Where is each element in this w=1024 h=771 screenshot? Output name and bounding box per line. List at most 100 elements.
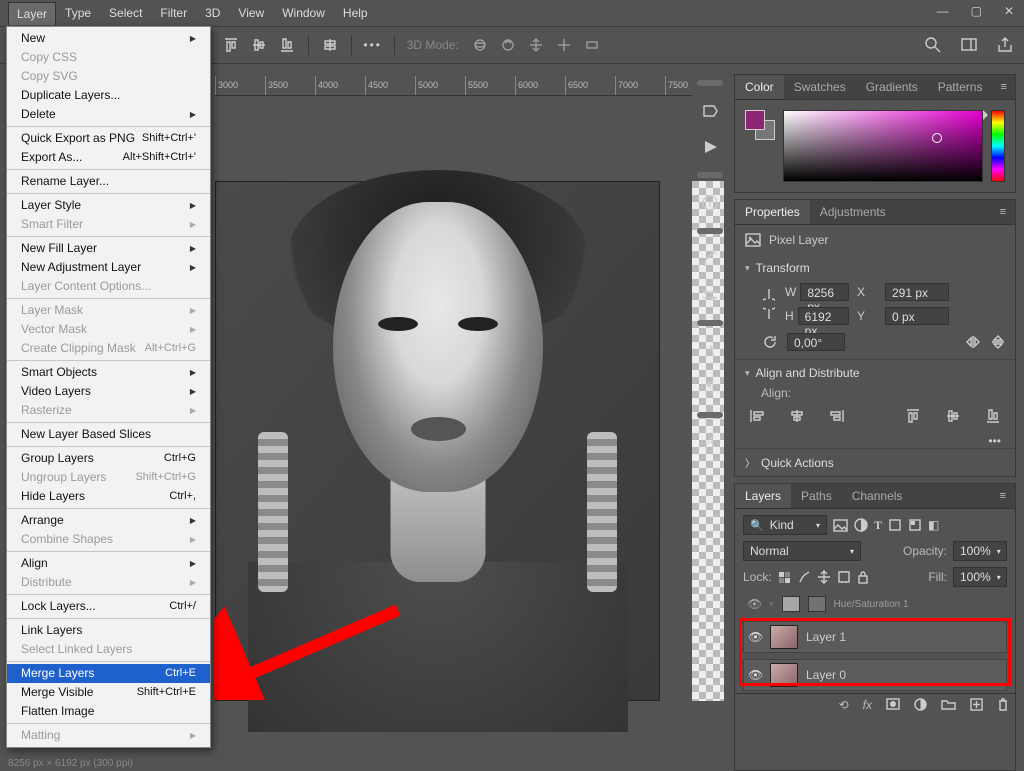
panel-menu-icon[interactable]: ≡ [992,206,1015,218]
menu-item-smart-objects[interactable]: Smart Objects▶ [7,363,210,382]
menu-item-layer-style[interactable]: Layer Style▶ [7,196,210,215]
3d-pan-icon[interactable] [527,36,545,54]
lock-all-icon[interactable] [857,570,869,584]
menu-help[interactable]: Help [334,1,377,25]
tab-patterns[interactable]: Patterns [928,75,993,99]
menu-item-new-layer-based-slices[interactable]: New Layer Based Slices [7,425,210,444]
transform-section-label[interactable]: Transform [756,261,810,275]
hue-slider[interactable] [991,110,1005,182]
filter-toggle-icon[interactable]: ◧ [928,518,939,532]
menu-3d[interactable]: 3D [196,1,229,25]
layer-filter-kind[interactable]: 🔍Kind▾ [743,515,827,535]
menu-view[interactable]: View [229,1,273,25]
height-field[interactable]: 6192 px [798,307,849,325]
link-dimensions-icon[interactable] [763,287,777,321]
tab-adjustments[interactable]: Adjustments [810,200,896,224]
dock-handle[interactable] [697,80,723,86]
share-icon[interactable] [996,36,1014,54]
tab-paths[interactable]: Paths [791,484,842,508]
more-options-icon[interactable]: ••• [364,36,382,54]
align-more-icon[interactable]: ••• [735,434,1015,448]
paragraph-panel-icon[interactable]: ¶ [698,376,722,398]
menu-item-lock-layers[interactable]: Lock Layers...Ctrl+/ [7,597,210,616]
menu-item-flatten-image[interactable]: Flatten Image [7,702,210,721]
lock-pixels-icon[interactable] [778,571,791,584]
tab-swatches[interactable]: Swatches [784,75,856,99]
menu-window[interactable]: Window [273,1,334,25]
y-field[interactable]: 0 px [885,307,949,325]
filter-pixel-icon[interactable] [833,519,848,532]
menu-item-export-as[interactable]: Export As...Alt+Shift+Ctrl+' [7,148,210,167]
align-bottom-edges-icon[interactable] [985,408,1001,424]
menu-filter[interactable]: Filter [151,1,196,25]
workspace-icon[interactable] [960,36,978,54]
menu-item-video-layers[interactable]: Video Layers▶ [7,382,210,401]
new-group-icon[interactable] [941,698,956,712]
3d-slide-icon[interactable] [555,36,573,54]
tab-gradients[interactable]: Gradients [856,75,928,99]
menu-item-link-layers[interactable]: Link Layers [7,621,210,640]
lock-position-icon[interactable] [817,570,831,584]
menu-type[interactable]: Type [56,1,100,25]
panel-menu-icon[interactable]: ≡ [992,81,1015,93]
menu-item-arrange[interactable]: Arrange▶ [7,511,210,530]
window-close-icon[interactable]: ✕ [1004,4,1014,18]
visibility-toggle-icon[interactable]: 👁 [747,597,761,611]
filter-type-icon[interactable]: T [874,518,882,533]
history-step-icon[interactable] [698,100,722,122]
layer-menu-dropdown[interactable]: New▶Copy CSSCopy SVGDuplicate Layers...D… [6,26,211,748]
menu-item-duplicate-layers[interactable]: Duplicate Layers... [7,86,210,105]
glyphs-panel-icon[interactable]: A [698,432,722,454]
quick-actions-label[interactable]: Quick Actions [761,456,834,470]
menu-item-new-adjustment-layer[interactable]: New Adjustment Layer▶ [7,258,210,277]
menu-item-merge-visible[interactable]: Merge VisibleShift+Ctrl+E [7,683,210,702]
panel-menu-icon[interactable]: ≡ [992,490,1015,502]
3d-orbit-icon[interactable] [471,36,489,54]
filter-shape-icon[interactable] [888,518,902,532]
search-icon[interactable] [924,36,942,54]
menu-select[interactable]: Select [100,1,151,25]
layer-effects-icon[interactable]: fx [863,698,872,712]
window-minimize-icon[interactable]: ― [937,4,949,18]
lock-brush-icon[interactable] [797,570,811,584]
tab-color[interactable]: Color [735,75,784,99]
flip-vertical-icon[interactable] [991,334,1005,350]
dock-handle[interactable] [697,228,723,234]
tab-properties[interactable]: Properties [735,200,810,224]
3d-scale-icon[interactable] [583,36,601,54]
dock-handle[interactable] [697,172,723,178]
tab-layers[interactable]: Layers [735,484,791,508]
new-layer-icon[interactable] [970,698,983,712]
menu-layer[interactable]: Layer [8,2,56,25]
brush-presets-icon[interactable] [698,284,722,306]
new-adjustment-icon[interactable] [914,698,927,712]
distribute-v-icon[interactable] [321,36,339,54]
align-h-centers-icon[interactable] [789,408,805,424]
align-left-edges-icon[interactable] [749,408,765,424]
foreground-background-swatch[interactable] [745,110,775,140]
info-icon[interactable] [698,192,722,214]
align-top-icon[interactable] [222,36,240,54]
delete-layer-icon[interactable] [997,698,1009,712]
align-vcenter-icon[interactable] [250,36,268,54]
menu-item-hide-layers[interactable]: Hide LayersCtrl+, [7,487,210,506]
add-mask-icon[interactable] [886,698,900,712]
menu-item-delete[interactable]: Delete▶ [7,105,210,124]
flip-horizontal-icon[interactable] [965,335,981,349]
dock-handle[interactable] [697,320,723,326]
layer-name[interactable]: Hue/Saturation 1 [834,599,909,610]
character-panel-icon[interactable]: A [698,340,722,362]
blend-mode-select[interactable]: Normal▾ [743,541,861,561]
align-top-edges-icon[interactable] [905,408,921,424]
play-action-icon[interactable] [698,136,722,158]
menu-item-new[interactable]: New▶ [7,29,210,48]
x-field[interactable]: 291 px [885,283,949,301]
menu-item-align[interactable]: Align▶ [7,554,210,573]
filter-adjust-icon[interactable] [854,518,868,532]
color-picker-field[interactable] [783,110,983,182]
align-section-label[interactable]: Align and Distribute [756,366,860,380]
align-bottom-icon[interactable] [278,36,296,54]
lock-artboard-icon[interactable] [837,570,851,584]
filter-smart-icon[interactable] [908,518,922,532]
menu-item-merge-layers[interactable]: Merge LayersCtrl+E [7,664,210,683]
